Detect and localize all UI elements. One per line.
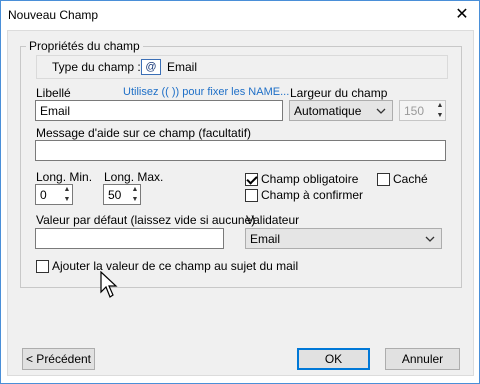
libelle-label: Libellé: [36, 86, 71, 100]
spin-up-icon[interactable]: ▲: [435, 101, 445, 111]
at-sign-icon: @: [141, 59, 161, 75]
chevron-down-icon: [425, 236, 435, 242]
required-checkbox[interactable]: [245, 173, 258, 186]
max-length-value: 50: [108, 188, 122, 202]
max-length-label: Long. Max.: [104, 170, 164, 184]
required-label: Champ obligatoire: [261, 172, 359, 186]
help-message-label: Message d'aide sur ce champ (facultatif): [36, 126, 252, 140]
min-length-value: 0: [40, 188, 47, 202]
validator-label: Validateur: [246, 213, 300, 227]
hidden-checkbox[interactable]: [377, 173, 390, 186]
spin-up-icon[interactable]: ▲: [62, 185, 72, 195]
mouse-pointer-icon: [100, 271, 118, 298]
field-properties-group: [20, 46, 462, 288]
help-message-input[interactable]: [35, 140, 446, 161]
default-value-input[interactable]: [35, 228, 224, 249]
hidden-label: Caché: [393, 172, 428, 186]
validator-select[interactable]: Email: [245, 228, 442, 249]
min-length-spinner[interactable]: 0 ▲ ▼: [35, 184, 73, 205]
confirm-label: Champ à confirmer: [261, 188, 364, 202]
width-number-value: 150: [404, 104, 425, 118]
field-type-value: Email: [167, 60, 198, 74]
cancel-button[interactable]: Annuler: [385, 348, 460, 370]
libelle-input[interactable]: [35, 100, 283, 121]
default-value-label: Valeur par défaut (laissez vide si aucun…: [36, 213, 256, 227]
min-length-label: Long. Min.: [36, 170, 93, 184]
field-type-label: Type du champ :: [52, 60, 141, 74]
chevron-down-icon: [376, 108, 386, 114]
width-label: Largeur du champ: [290, 86, 388, 100]
max-length-spinner[interactable]: 50 ▲ ▼: [103, 184, 141, 205]
confirm-checkbox[interactable]: [245, 189, 258, 202]
width-select-value: Automatique: [294, 104, 362, 118]
validator-select-value: Email: [250, 232, 281, 246]
width-select[interactable]: Automatique: [289, 100, 393, 121]
title-bar: Nouveau Champ ✕: [1, 1, 479, 31]
previous-button[interactable]: < Précédent: [22, 348, 95, 370]
spin-down-icon[interactable]: ▼: [62, 195, 72, 205]
name-help-link[interactable]: Utilisez (( )) pour fixer les NAME...: [123, 86, 289, 98]
group-title: Propriétés du champ: [26, 39, 143, 53]
width-number-spinner[interactable]: 150 ▲ ▼: [399, 100, 446, 121]
close-icon[interactable]: ✕: [451, 5, 473, 25]
subject-checkbox[interactable]: [36, 260, 49, 273]
ok-button[interactable]: OK: [297, 348, 370, 370]
subject-label: Ajouter la valeur de ce champ au sujet d…: [52, 259, 299, 273]
window-title: Nouveau Champ: [8, 8, 99, 22]
spin-up-icon[interactable]: ▲: [130, 185, 140, 195]
spin-down-icon[interactable]: ▼: [130, 195, 140, 205]
spin-down-icon[interactable]: ▼: [435, 111, 445, 121]
